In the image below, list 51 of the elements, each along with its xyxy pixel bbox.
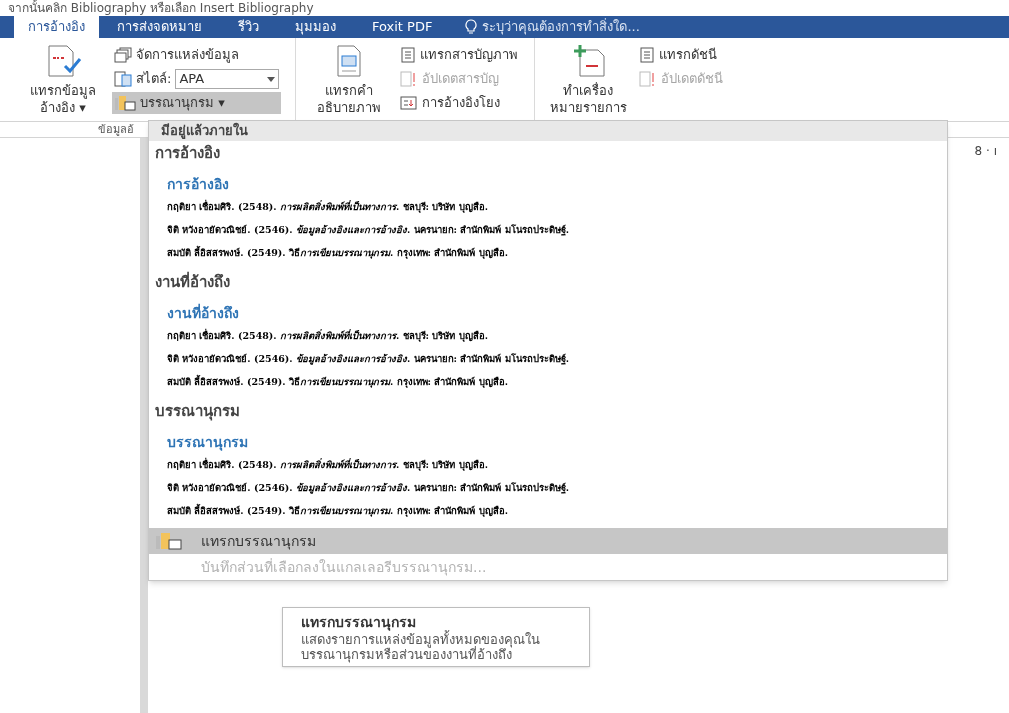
section-title: บรรณานุกรม (155, 401, 241, 423)
ribbon-button[interactable]: แทรกสารบัญภาพ (398, 44, 521, 66)
ribbon-button[interactable]: จัดการแหล่งข้อมูล (112, 44, 282, 66)
reference-entry: จิติ หวังอายัดวณิชย์. (2546). ข้อมูลอ้างอิงและการอ้างอิง. นครนายก: สำนักพิมพ์ มโนรถประดิษฐ์. (167, 223, 570, 238)
preview-heading: งานที่อ้างถึง (167, 302, 240, 323)
group-label: ข้อมูลอ้ (98, 123, 134, 136)
caret-icon (267, 76, 276, 82)
large-ribbon-button[interactable]: แทรกข้อมูล อ้างอิง ▾ (20, 44, 106, 121)
ribbon-button[interactable]: การอ้างอิงโยง (398, 92, 521, 114)
caption-text: จากนั้นคลิก Bibliography หรือเลือก Insert Bibliography (8, 1, 314, 15)
ribbon-button[interactable]: บรรณานุกรม ▾ (112, 92, 282, 114)
bibliography-icon (114, 95, 136, 111)
tooltip-text: แสดงรายการแหล่งข้อมูลทั้งหมดของคุณในบรรณานุกรมหรือส่วนของงานที่อ้างถึง (301, 632, 541, 662)
reference-entry: จิติ หวังอายัดวณิชย์. (2546). ข้อมูลอ้างอิงและการอ้างอิง. นครนายก: สำนักพิมพ์ มโนรถประดิษฐ์. (167, 481, 570, 496)
reference-entry: สมบัติ ลี้อิสสรพงษ์. (2549). วิธีการเขียนบรรณานุกรม. กรุงเทพ: สำนักพิมพ์ บุญสือ. (167, 373, 509, 390)
bibliography-icon (155, 532, 183, 550)
tell-me-field[interactable]: ระบุว่าคุณต้องการทำสิ่งใด... (482, 17, 640, 37)
section-title: งานที่อ้างถึง (155, 270, 231, 293)
ribbon-button[interactable]: แทรกดัชนี (637, 44, 726, 66)
reference-entry: จิติ หวังอายัดวณิชย์. (2546). ข้อมูลอ้างอิงและการอ้างอิง. นครนายก: สำนักพิมพ์ มโนรถประดิษฐ์. (167, 352, 570, 367)
reference-entry: กฤติยา เชื่อมศิริ. (2548). การผลิตสิ่งพิมพ์ที่เป็นทางการ. ชลบุรี: บริษัท บุญสือ. (167, 327, 489, 344)
reference-entry: สมบัติ ลี้อิสสรพงษ์. (2549). วิธีการเขียนบรรณานุกรม. กรุงเทพ: สำนักพิมพ์ บุญสือ. (167, 502, 509, 519)
document-list-icon (639, 47, 656, 63)
menu-item[interactable]: แทรกบรรณานุกรม (149, 528, 947, 554)
button-label: แทรกข้อมูล อ้างอิง ▾ (30, 82, 96, 116)
reference-entry: สมบัติ ลี้อิสสรพงษ์. (2549). วิธีการเขียนบรรณานุกรม. กรุงเทพ: สำนักพิมพ์ บุญสือ. (167, 244, 509, 261)
reference-entry: กฤติยา เชื่อมศิริ. (2548). การผลิตสิ่งพิมพ์ที่เป็นทางการ. ชลบุรี: บริษัท บุญสือ. (167, 198, 489, 215)
style-dropdown[interactable]: APA (175, 69, 280, 89)
ribbon-tab[interactable]: มุมมอง (277, 16, 354, 38)
style-icon (114, 71, 132, 87)
lightbulb-icon (464, 19, 479, 35)
style-value: APA (179, 70, 205, 89)
ribbon-tab[interactable]: การส่งจดหมาย (99, 16, 220, 38)
section-title: การอ้างอิง (155, 143, 221, 164)
ribbon-tab[interactable]: การอ้างอิง (14, 16, 99, 38)
document-list-icon (400, 47, 417, 63)
large-ribbon-button[interactable]: ทำเครื่อง หมายรายการ (545, 44, 632, 121)
sources-icon (114, 47, 132, 63)
gallery-header: มีอยู่แล้วภายใน (161, 123, 248, 138)
button-label: ทำเครื่อง หมายรายการ (549, 82, 627, 116)
large-ribbon-button[interactable]: แทรกคำ อธิบายภาพ (306, 44, 393, 121)
button-label: แทรกคำ อธิบายภาพ (317, 82, 382, 116)
ribbon-tab[interactable]: Foxit PDF (354, 16, 451, 38)
tooltip-title: แทรกบรรณานุกรม (301, 613, 416, 631)
ribbon-tab[interactable]: รีวิว (220, 16, 277, 38)
preview-heading: บรรณานุกรม (167, 433, 249, 453)
preview-heading: การอ้างอิง (167, 175, 230, 194)
reference-entry: กฤติยา เชื่อมศิริ. (2548). การผลิตสิ่งพิมพ์ที่เป็นทางการ. ชลบุรี: บริษัท บุญสือ. (167, 456, 489, 473)
ruler-text: 8 · ı (974, 143, 997, 160)
cross-reference-icon (400, 95, 419, 111)
style-label: สไตล์: (136, 70, 172, 89)
